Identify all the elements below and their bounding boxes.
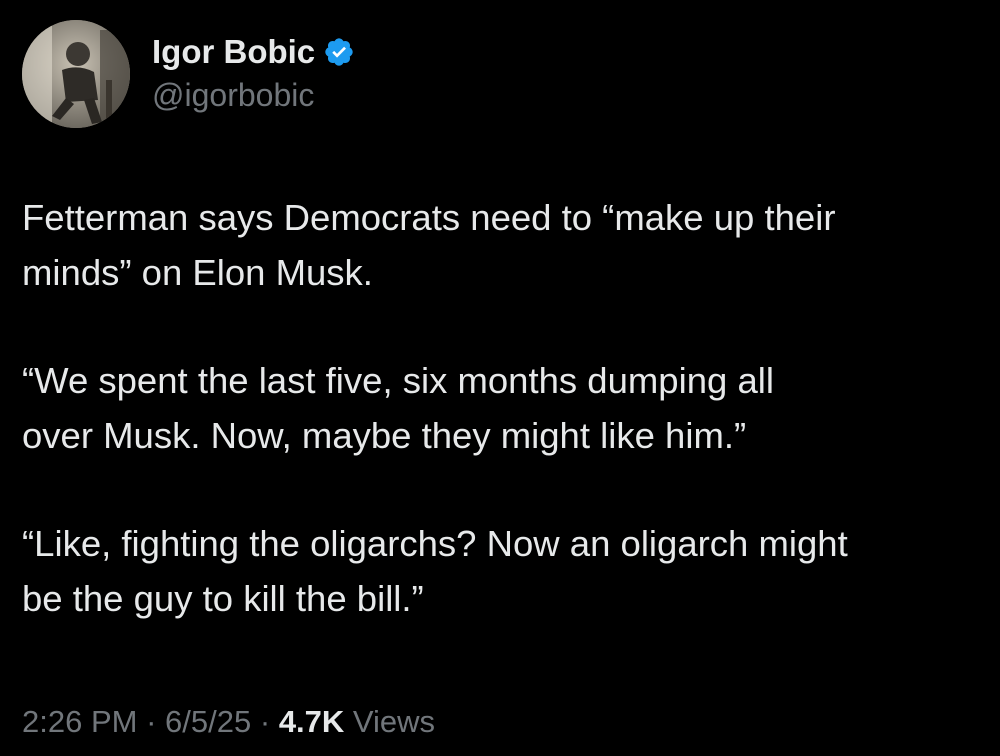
views-count[interactable]: 4.7K [279, 704, 344, 739]
views-label: Views [352, 704, 436, 739]
avatar-image [22, 20, 130, 128]
meta-separator: · [259, 704, 271, 739]
tweet-time[interactable]: 2:26 PM [22, 704, 137, 739]
author-names: Igor Bobic @igorbobic [152, 32, 355, 116]
display-name[interactable]: Igor Bobic [152, 32, 315, 72]
handle[interactable]: @igorbobic [152, 74, 355, 116]
avatar[interactable] [22, 20, 130, 128]
tweet-paragraph: Fetterman says Democrats need to “make u… [22, 197, 836, 293]
tweet-meta: 2:26 PM · 6/5/25 · 4.7K Views [22, 700, 435, 744]
tweet-date[interactable]: 6/5/25 [165, 704, 251, 739]
tweet-paragraph: “We spent the last five, six months dump… [22, 360, 774, 456]
name-row: Igor Bobic [152, 32, 355, 72]
tweet-header: Igor Bobic @igorbobic [22, 20, 355, 128]
tweet-card: Igor Bobic @igorbobic Fetterman says Dem… [0, 0, 1000, 756]
tweet-text: Fetterman says Democrats need to “make u… [22, 190, 982, 626]
verified-badge-icon[interactable] [323, 36, 355, 68]
meta-separator: · [146, 704, 157, 739]
tweet-paragraph: “Like, fighting the oligarchs? Now an ol… [22, 523, 848, 619]
